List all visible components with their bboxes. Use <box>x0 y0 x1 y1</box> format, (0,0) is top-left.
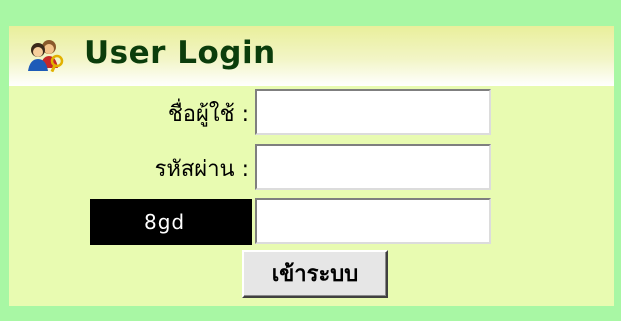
login-header: User Login <box>9 26 614 86</box>
username-label: ชื่อผู้ใช้ : <box>167 102 249 127</box>
login-panel: User Login ชื่อผู้ใช้ : รหัสผ่าน : 8gd เ… <box>9 26 614 306</box>
captcha-input[interactable] <box>255 198 491 244</box>
username-input[interactable] <box>255 89 491 135</box>
users-key-icon <box>26 38 66 73</box>
captcha-image: 8gd <box>90 199 252 245</box>
password-input[interactable] <box>255 144 491 190</box>
login-button[interactable]: เข้าระบบ <box>242 250 388 298</box>
password-label: รหัสผ่าน : <box>154 157 249 182</box>
login-title: User Login <box>84 35 276 71</box>
